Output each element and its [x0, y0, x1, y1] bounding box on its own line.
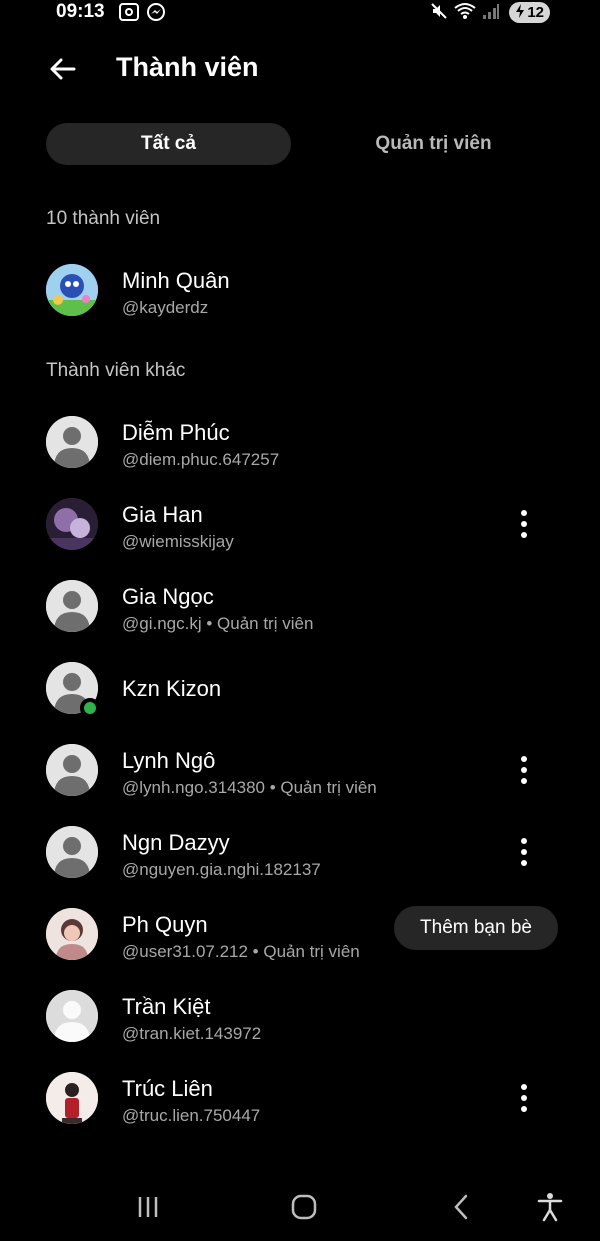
recent-apps-button[interactable] — [128, 1189, 168, 1225]
member-name: Ngn Dazyy — [122, 830, 230, 855]
member-row-owner[interactable]: Minh Quân @kayderdz — [0, 256, 600, 328]
member-username: @user31.07.212 • Quản trị viên — [122, 942, 360, 961]
screenshot-icon — [118, 2, 140, 27]
battery-level: 12 — [527, 4, 544, 21]
battery-charging-icon — [515, 3, 525, 22]
more-vertical-icon — [521, 1084, 527, 1090]
member-name: Diễm Phúc — [122, 420, 230, 445]
member-username: @nguyen.gia.nghi.182137 — [122, 860, 321, 879]
back-button[interactable] — [46, 52, 80, 86]
more-options-button[interactable] — [510, 750, 538, 790]
member-username: @lynh.ngo.314380 • Quản trị viên — [122, 778, 377, 797]
member-username: @wiemisskijay — [122, 532, 234, 551]
member-row[interactable]: Ngn Dazyy @nguyen.gia.nghi.182137 — [0, 818, 600, 890]
more-vertical-icon — [521, 838, 527, 844]
home-button[interactable] — [284, 1189, 324, 1225]
member-username: @gi.ngc.kj • Quản trị viên — [122, 614, 314, 633]
more-vertical-icon — [521, 510, 527, 516]
member-row[interactable]: Trúc Liên @truc.lien.750447 — [0, 1064, 600, 1136]
member-name: Gia Han — [122, 502, 203, 527]
tab-admins[interactable]: Quản trị viên — [311, 123, 556, 165]
member-count-label: 10 thành viên — [46, 208, 161, 229]
member-row[interactable]: Kzn Kizon — [0, 654, 600, 726]
status-time: 09:13 — [56, 1, 105, 22]
mute-icon — [430, 2, 448, 25]
member-name: Trần Kiệt — [122, 994, 211, 1019]
default-avatar-icon — [46, 580, 98, 632]
member-name: Minh Quân — [122, 268, 230, 293]
status-bar: 09:13 12 — [0, 0, 600, 26]
online-status-indicator — [80, 698, 100, 718]
more-options-button[interactable] — [510, 832, 538, 872]
messenger-icon — [146, 2, 166, 27]
member-name: Lynh Ngô — [122, 748, 216, 773]
member-row[interactable]: Diễm Phúc @diem.phuc.647257 — [0, 408, 600, 480]
member-row[interactable]: Gia Ngọc @gi.ngc.kj • Quản trị viên — [0, 572, 600, 644]
avatar — [46, 264, 98, 316]
more-options-button[interactable] — [510, 504, 538, 544]
accessibility-icon — [537, 1193, 563, 1222]
avatar — [46, 908, 98, 960]
header: Thành viên — [0, 40, 600, 96]
member-username: @truc.lien.750447 — [122, 1106, 261, 1125]
recent-apps-icon — [138, 1197, 158, 1217]
default-avatar-icon — [46, 416, 98, 468]
wifi-icon — [454, 2, 476, 25]
system-navigation-bar — [0, 1175, 600, 1241]
battery-indicator: 12 — [509, 2, 550, 23]
member-name: Kzn Kizon — [122, 676, 222, 701]
back-icon — [454, 1194, 468, 1220]
accessibility-button[interactable] — [530, 1189, 570, 1225]
arrow-left-icon — [50, 58, 76, 80]
tab-all[interactable]: Tất cả — [46, 123, 291, 165]
member-row[interactable]: Trần Kiệt @tran.kiet.143972 — [0, 982, 600, 1054]
member-filter-tabs: Tất cả Quản trị viên — [46, 123, 556, 165]
default-avatar-icon — [46, 826, 98, 878]
member-row[interactable]: Gia Han @wiemisskijay — [0, 490, 600, 562]
member-row[interactable]: Lynh Ngô @lynh.ngo.314380 • Quản trị viê… — [0, 736, 600, 808]
signal-icon — [482, 2, 500, 25]
member-name: Trúc Liên — [122, 1076, 213, 1101]
add-friend-button[interactable]: Thêm bạn bè — [394, 906, 558, 950]
more-options-button[interactable] — [510, 1078, 538, 1118]
member-row[interactable]: Ph Quyn @user31.07.212 • Quản trị viên T… — [0, 900, 600, 972]
member-username: @diem.phuc.647257 — [122, 450, 280, 469]
member-name: Ph Quyn — [122, 912, 208, 937]
avatar — [46, 1072, 98, 1124]
page-title: Thành viên — [116, 52, 259, 82]
default-avatar-icon — [46, 744, 98, 796]
member-username: @kayderdz — [122, 298, 209, 317]
avatar — [46, 498, 98, 550]
more-vertical-icon — [521, 756, 527, 762]
member-username: @tran.kiet.143972 — [122, 1024, 262, 1043]
default-avatar-icon — [46, 990, 98, 1042]
system-back-button[interactable] — [442, 1189, 482, 1225]
member-name: Gia Ngọc — [122, 584, 214, 609]
home-icon — [291, 1194, 317, 1220]
other-members-label: Thành viên khác — [46, 360, 186, 381]
